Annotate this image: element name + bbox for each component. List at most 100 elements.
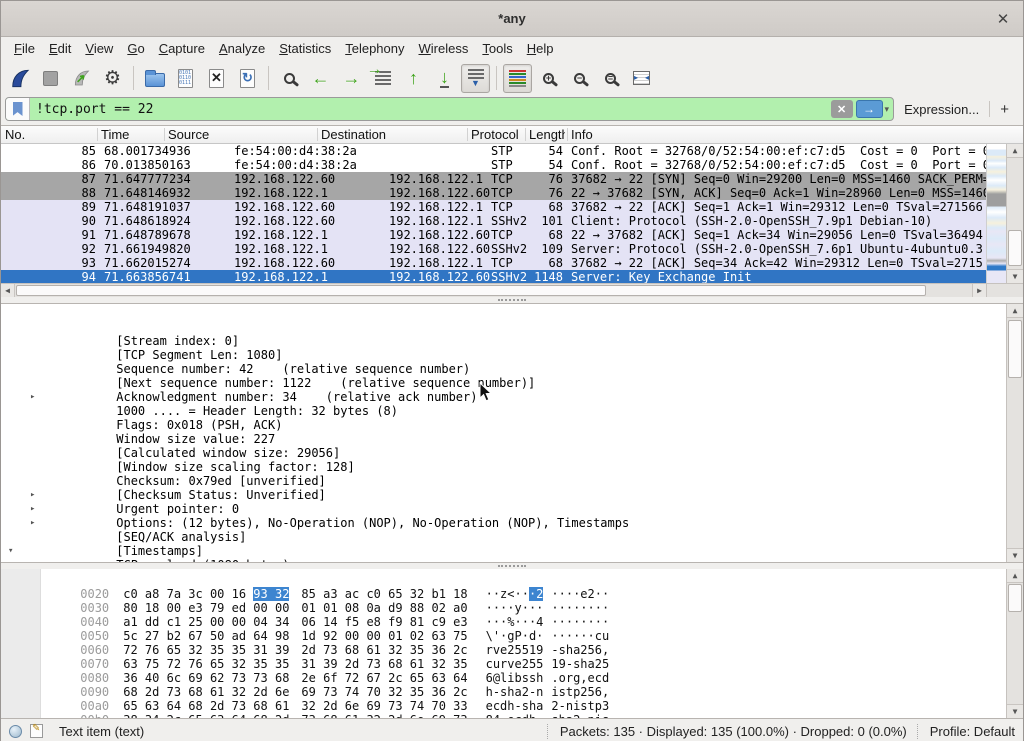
column-header-protocol[interactable]: Protocol <box>471 127 519 142</box>
hex-row[interactable]: 00505c 27 b2 67 50 ad 64 981d 92 00 00 0… <box>1 615 1006 629</box>
filter-clear-button[interactable]: ✕ <box>831 100 853 118</box>
previous-packet-button[interactable]: ← <box>306 64 335 93</box>
hex-row[interactable]: 00b038 34 2c 65 63 64 68 2d73 68 61 32 2… <box>1 699 1006 713</box>
menu-telephony[interactable]: Telephony <box>338 39 411 58</box>
column-header-info[interactable]: Info <box>571 127 593 142</box>
menu-statistics[interactable]: Statistics <box>272 39 338 58</box>
expand-arrow-icon[interactable]: ▾ <box>8 544 13 558</box>
packet-row[interactable]: 88 71.648146932 192.168.122.1 192.168.12… <box>1 186 986 200</box>
detail-row[interactable]: [Stream index: 0] <box>1 306 1006 320</box>
hex-row[interactable]: 007063 75 72 76 65 32 35 3531 39 2d 73 6… <box>1 643 1006 657</box>
hex-row[interactable]: 006072 76 65 32 35 35 31 392d 73 68 61 3… <box>1 629 1006 643</box>
capture-comment-icon[interactable] <box>30 724 43 738</box>
detail-row[interactable]: [TCP Segment Len: 1080] <box>1 320 1006 334</box>
column-header-source[interactable]: Source <box>168 127 209 142</box>
detail-row[interactable]: Acknowledgment number: 34 (relative ack … <box>1 362 1006 376</box>
packet-list-vscrollbar[interactable]: ▲ ▼ <box>1006 144 1023 283</box>
first-packet-button[interactable]: ↑ <box>399 64 428 93</box>
scroll-thumb[interactable] <box>16 285 926 296</box>
details-vscrollbar[interactable]: ▲ ▼ <box>1006 304 1023 562</box>
resize-columns-button[interactable] <box>627 64 656 93</box>
scroll-up-arrow[interactable]: ▲ <box>1007 144 1023 158</box>
scroll-left-arrow[interactable]: ◀ <box>1 284 15 297</box>
display-filter-input[interactable] <box>30 102 831 117</box>
capture-options-button[interactable]: ⚙ <box>98 64 127 93</box>
zoom-in-button[interactable]: + <box>534 64 563 93</box>
hex-vscrollbar[interactable]: ▲ ▼ <box>1006 569 1023 718</box>
expand-arrow-icon[interactable]: ▸ <box>30 390 35 404</box>
detail-row[interactable]: Checksum: 0x79ed [unverified] <box>1 446 1006 460</box>
filter-apply-button[interactable]: → <box>856 100 883 118</box>
detail-row[interactable]: ▾ SSH Protocol <box>1 544 1006 558</box>
column-header-length[interactable]: Length <box>529 127 565 142</box>
detail-row[interactable]: Sequence number: 42 (relative sequence n… <box>1 334 1006 348</box>
column-header-no[interactable]: No. <box>5 127 25 142</box>
zoom-out-button[interactable]: − <box>565 64 594 93</box>
column-header-destination[interactable]: Destination <box>321 127 386 142</box>
packet-row[interactable]: 87 71.647777234 192.168.122.60 192.168.1… <box>1 172 986 186</box>
scroll-thumb[interactable] <box>1008 230 1022 266</box>
menu-go[interactable]: Go <box>120 39 151 58</box>
close-window-button[interactable]: ✕ <box>993 9 1013 29</box>
scroll-up-arrow[interactable]: ▲ <box>1007 569 1023 583</box>
packet-row[interactable]: 92 71.661949820 192.168.122.1 192.168.12… <box>1 242 986 256</box>
next-packet-button[interactable]: → <box>337 64 366 93</box>
scroll-down-arrow[interactable]: ▼ <box>1007 704 1023 718</box>
goto-packet-button[interactable]: → <box>368 64 397 93</box>
stop-capture-button[interactable] <box>36 64 65 93</box>
packet-row[interactable]: 91 71.648789678 192.168.122.1 192.168.12… <box>1 228 986 242</box>
expand-arrow-icon[interactable]: ▸ <box>30 488 35 502</box>
colorize-button[interactable] <box>503 64 532 93</box>
last-packet-button[interactable]: ↓ <box>430 64 459 93</box>
expand-arrow-icon[interactable]: ▸ <box>26 558 31 562</box>
filter-bookmark-button[interactable] <box>6 98 30 120</box>
packet-row[interactable]: 94 71.663856741 192.168.122.1 192.168.12… <box>1 270 986 283</box>
packet-list-hscrollbar[interactable]: ◀ ▶ <box>1 283 986 297</box>
detail-row[interactable]: [Checksum Status: Unverified] <box>1 460 1006 474</box>
packet-row[interactable]: 93 71.662015274 192.168.122.60 192.168.1… <box>1 256 986 270</box>
detail-row[interactable]: ▸ [Timestamps] <box>1 516 1006 530</box>
menu-analyze[interactable]: Analyze <box>212 39 272 58</box>
detail-row[interactable]: ▸ Flags: 0x018 (PSH, ACK) <box>1 390 1006 404</box>
menu-help[interactable]: Help <box>520 39 561 58</box>
auto-scroll-button[interactable]: ▼ <box>461 64 490 93</box>
packet-row[interactable]: 89 71.648191037 192.168.122.60 192.168.1… <box>1 200 986 214</box>
start-capture-button[interactable] <box>5 64 34 93</box>
menu-file[interactable]: File <box>7 39 42 58</box>
detail-row[interactable]: [Window size scaling factor: 128] <box>1 432 1006 446</box>
expand-arrow-icon[interactable]: ▸ <box>30 516 35 530</box>
reload-file-button[interactable]: ↻ <box>233 64 262 93</box>
hex-row[interactable]: 0040a1 dd c1 25 00 00 04 3406 14 f5 e8 f… <box>1 601 1006 615</box>
packet-row[interactable]: 85 68.001734936 fe:54:00:d4:38:2a STP 54… <box>1 144 986 158</box>
detail-row[interactable]: Urgent pointer: 0 <box>1 474 1006 488</box>
filter-history-caret[interactable]: ▾ <box>883 104 894 115</box>
menu-tools[interactable]: Tools <box>475 39 519 58</box>
expand-arrow-icon[interactable]: ▸ <box>30 502 35 516</box>
detail-row[interactable]: [Next sequence number: 1122 (relative se… <box>1 348 1006 362</box>
scroll-up-arrow[interactable]: ▲ <box>1007 304 1023 318</box>
detail-row[interactable]: ▸ Options: (12 bytes), No-Operation (NOP… <box>1 488 1006 502</box>
zoom-reset-button[interactable]: = <box>596 64 625 93</box>
scroll-thumb[interactable] <box>1008 584 1022 612</box>
detail-row[interactable]: ▸ [SEQ/ACK analysis] <box>1 502 1006 516</box>
restart-capture-button[interactable] <box>67 64 96 93</box>
menu-capture[interactable]: Capture <box>152 39 212 58</box>
hex-row[interactable]: 008036 40 6c 69 62 73 73 682e 6f 72 67 2… <box>1 657 1006 671</box>
hex-row[interactable]: 0020c0 a8 7a 3c 00 16 93 3285 a3 ac c0 6… <box>1 573 1006 587</box>
intelligent-scrollbar-minimap[interactable] <box>986 144 1006 283</box>
save-file-button[interactable]: 0101 0110 0111 <box>171 64 200 93</box>
menu-wireless[interactable]: Wireless <box>412 39 476 58</box>
expression-button[interactable]: Expression... <box>900 102 983 117</box>
detail-row[interactable]: TCP payload (1080 bytes) <box>1 530 1006 544</box>
menu-edit[interactable]: Edit <box>42 39 78 58</box>
close-file-button[interactable]: ✕ <box>202 64 231 93</box>
scroll-down-arrow[interactable]: ▼ <box>1007 269 1023 283</box>
detail-row[interactable]: 1000 .... = Header Length: 32 bytes (8) <box>1 376 1006 390</box>
expert-info-icon[interactable] <box>9 725 22 738</box>
hex-row[interactable]: 003080 18 00 e3 79 ed 00 0001 01 08 0a d… <box>1 587 1006 601</box>
column-header-time[interactable]: Time <box>101 127 129 142</box>
packet-row[interactable]: 86 70.013850163 fe:54:00:d4:38:2a STP 54… <box>1 158 986 172</box>
detail-row[interactable]: [Calculated window size: 29056] <box>1 418 1006 432</box>
add-filter-button[interactable]: + <box>996 101 1017 118</box>
find-packet-button[interactable] <box>275 64 304 93</box>
